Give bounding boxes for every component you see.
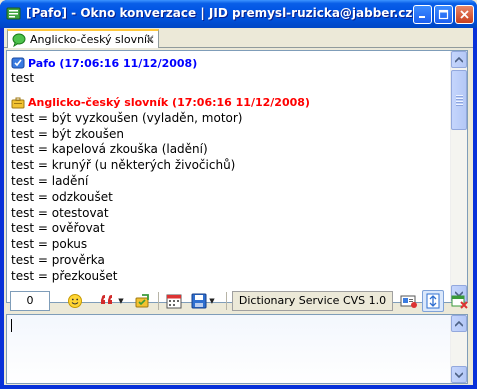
app-icon [6, 7, 22, 21]
text-caret [11, 319, 12, 332]
close-button[interactable] [455, 5, 474, 24]
chat-toolbar: 0 ▼ ▼ Dictionary Service CVS 1.0 [6, 288, 471, 314]
title-bar[interactable]: [Pafo] - Okno konverzace | JID premysl-r… [0, 0, 477, 28]
message-text: test = pokus [11, 237, 88, 252]
window-title: [Pafo] - Okno konverzace | JID premysl-r… [26, 6, 413, 20]
window-client-area: Anglicko-český slovník ✕ Pafo (17:06:16 … [4, 28, 473, 385]
tab-dictionary[interactable]: Anglicko-český slovník ✕ [7, 29, 159, 48]
calendar-button[interactable] [163, 290, 185, 312]
tab-bar: Anglicko-český slovník ✕ [4, 28, 473, 48]
user-verified-icon [11, 57, 25, 69]
chat-scrollbar[interactable] [450, 51, 467, 302]
card-icon [400, 295, 417, 308]
message-text: test = přezkoušet [11, 268, 118, 283]
input-scrollbar[interactable] [450, 315, 467, 383]
plugin-status-field: Dictionary Service CVS 1.0 [232, 291, 393, 311]
message-sender: Pafo (17:06:16 11/12/2008) [28, 56, 198, 70]
tab-close-icon[interactable]: ✕ [145, 32, 155, 46]
message-text: test = odzkoušet [11, 189, 113, 204]
chat-log[interactable]: Pafo (17:06:16 11/12/2008) test Anglicko… [6, 50, 468, 303]
user-action-icon [135, 294, 149, 308]
chat-content: Pafo (17:06:16 11/12/2008) test Anglicko… [11, 53, 446, 285]
chat-bubble-icon [12, 33, 26, 47]
message-text: test = kapelová zkouška (ladění) [11, 142, 208, 157]
message-text: test = krunýř (u některých živočichů) [11, 158, 236, 173]
tab-label: Anglicko-český slovník [30, 33, 154, 46]
message-input-box[interactable] [6, 314, 468, 384]
message-text: test = ověřovat [11, 221, 105, 236]
scroll-thumb[interactable] [451, 70, 467, 130]
message-text: test [11, 71, 35, 85]
message-text: test = být zkoušen [11, 126, 124, 141]
card-button[interactable] [398, 290, 420, 312]
calendar-icon [166, 294, 182, 309]
minimize-icon [419, 16, 425, 18]
quote-icon [101, 295, 113, 304]
maximize-icon [438, 9, 449, 20]
message-input[interactable] [7, 315, 451, 383]
briefcase-icon [11, 97, 25, 109]
emoticon-icon [68, 294, 82, 308]
arrow-up-icon [455, 320, 463, 327]
message-text: test = být vyzkoušen (vyladěn, motor) [11, 110, 243, 125]
message-header: Anglicko-český slovník (17:06:16 11/12/2… [11, 95, 446, 111]
arrow-down-icon [455, 371, 463, 378]
input-scroll-down-button[interactable] [451, 366, 467, 383]
character-counter: 0 [10, 291, 50, 311]
message-text: test = ladění [11, 173, 89, 188]
chat-window: [Pafo] - Okno konverzace | JID premysl-r… [0, 0, 477, 389]
maximize-button[interactable] [434, 5, 453, 24]
scroll-lock-icon [426, 293, 440, 309]
emoticon-button[interactable] [64, 290, 86, 312]
minimize-button[interactable] [413, 5, 432, 24]
scroll-up-button[interactable] [451, 51, 467, 68]
user-action-button[interactable] [132, 290, 154, 312]
input-scroll-up-button[interactable] [451, 315, 467, 332]
scroll-lock-button[interactable] [422, 290, 444, 312]
quote-button[interactable]: ▼ [96, 290, 128, 312]
message-text: test = otestovat [11, 205, 109, 220]
message-sender: Anglicko-český slovník (17:06:16 11/12/2… [28, 96, 310, 110]
save-button[interactable]: ▼ [188, 290, 218, 312]
close-chat-icon [451, 295, 468, 309]
save-icon [191, 293, 207, 309]
close-icon [460, 10, 469, 19]
arrow-up-icon [455, 56, 463, 63]
message-header: Pafo (17:06:16 11/12/2008) [11, 55, 446, 71]
close-chat-button[interactable] [450, 290, 470, 312]
message-text: test = prověrka [11, 252, 105, 267]
